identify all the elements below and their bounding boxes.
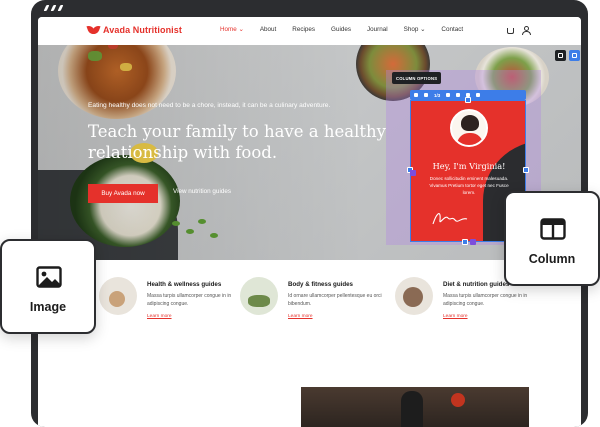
menu-item-journal[interactable]: Journal — [367, 26, 388, 33]
user-icon[interactable] — [522, 26, 531, 35]
cart-icon[interactable] — [507, 28, 514, 34]
header-icons — [507, 26, 531, 35]
editor-controls — [555, 50, 580, 61]
image-icon — [36, 266, 62, 288]
image-element-badge[interactable]: Image — [0, 239, 96, 334]
learn-more-link[interactable]: Learn more — [443, 314, 468, 319]
profile-photo — [450, 109, 488, 147]
feature-image — [240, 277, 278, 315]
layout-icon[interactable] — [569, 50, 580, 61]
hero-tagline: Eating healthy does not need to be a cho… — [88, 102, 331, 109]
profile-text: Donec sollicitudin eminent malesuada. Vi… — [429, 176, 509, 195]
pencil-icon[interactable] — [414, 93, 418, 97]
profile-title: Hey, I'm Virginia! — [432, 161, 506, 171]
view-guides-link[interactable]: View nutrition guides — [173, 188, 231, 195]
add-icon[interactable] — [476, 93, 481, 97]
feature-text: Massa turpis ullamcorper congue in in ad… — [147, 293, 232, 307]
element-count: 1/3 — [434, 92, 441, 98]
hero-title: Teach your family to have a healthy rela… — [88, 122, 386, 162]
column-badge-label: Column — [528, 252, 576, 266]
feature-card: Body & fitness guides Id ornare ullamcor… — [240, 275, 390, 335]
window-controls[interactable] — [43, 5, 64, 11]
feature-image — [395, 277, 433, 315]
menu-item-contact[interactable]: Contact — [441, 26, 463, 33]
layout-icon[interactable] — [424, 93, 428, 97]
menu-item-home[interactable]: Home ⌄ — [220, 26, 244, 33]
window-titlebar — [31, 0, 588, 17]
kitchen-image — [301, 387, 529, 427]
main-menu: Home ⌄ About Recipes Guides Journal Shop… — [220, 26, 463, 33]
column-handle[interactable] — [470, 239, 476, 245]
menu-item-guides[interactable]: Guides — [331, 26, 351, 33]
site-header: Avada Nutritionist Home ⌄ About Recipes … — [38, 17, 581, 45]
menu-item-recipes[interactable]: Recipes — [292, 26, 315, 33]
feature-image — [99, 277, 137, 315]
menu-item-about[interactable]: About — [260, 26, 276, 33]
pencil-icon[interactable] — [555, 50, 566, 61]
brand-name: Avada Nutritionist — [103, 25, 182, 35]
column-element-badge[interactable]: Column — [504, 191, 600, 286]
resize-handle[interactable] — [523, 167, 529, 173]
feature-title: Health & wellness guides — [147, 281, 222, 288]
site-logo[interactable]: Avada Nutritionist — [88, 25, 182, 35]
feature-text: Massa turpis ullamcorper congue in in ad… — [443, 293, 528, 307]
features-section: Health & wellness guides Massa turpis ul… — [38, 275, 581, 345]
leaf-logo-icon — [88, 25, 99, 35]
learn-more-link[interactable]: Learn more — [147, 314, 172, 319]
signature-image — [432, 213, 468, 225]
settings-icon[interactable] — [456, 93, 461, 97]
buy-now-button[interactable]: Buy Avada now — [88, 184, 158, 203]
image-badge-label: Image — [29, 300, 67, 314]
copy-icon[interactable] — [446, 93, 451, 97]
column-icon — [540, 218, 566, 240]
column-handle[interactable] — [410, 170, 416, 176]
learn-more-link[interactable]: Learn more — [288, 314, 313, 319]
column-options-button[interactable]: COLUMN OPTIONS — [392, 72, 442, 84]
feature-title: Diet & nutrition guides — [443, 281, 510, 288]
resize-handle[interactable] — [465, 97, 471, 103]
feature-title: Body & fitness guides — [288, 281, 353, 288]
stage: Avada Nutritionist Home ⌄ About Recipes … — [0, 0, 600, 427]
menu-item-shop[interactable]: Shop ⌄ — [404, 26, 426, 33]
resize-handle[interactable] — [462, 239, 468, 245]
feature-text: Id ornare ullamcorper pellentesque eu or… — [288, 293, 382, 307]
website-preview: Avada Nutritionist Home ⌄ About Recipes … — [38, 17, 581, 427]
feature-card: Health & wellness guides Massa turpis ul… — [99, 275, 249, 335]
